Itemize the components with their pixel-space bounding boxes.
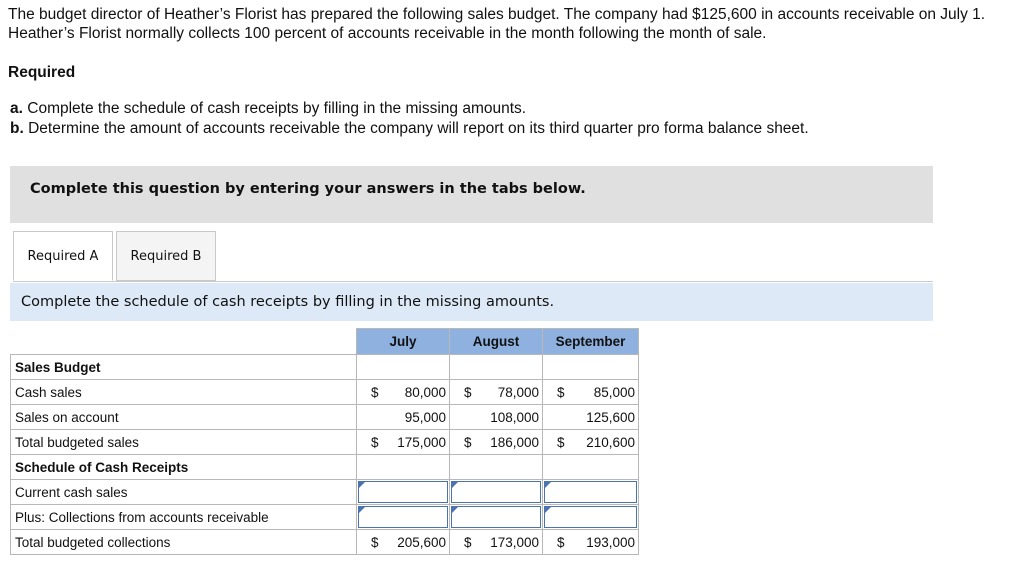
total-collections-label: Total budgeted collections	[10, 529, 357, 555]
amount: 125,600	[586, 410, 635, 425]
cash-sales-label: Cash sales	[10, 379, 357, 405]
requirement-a-text: Complete the schedule of cash receipts b…	[27, 100, 527, 117]
table-row: Cash sales $80,000 $78,000 $85,000	[10, 379, 639, 405]
problem-intro: The budget director of Heather’s Florist…	[8, 6, 986, 42]
sales-on-account-august: 108,000	[449, 404, 543, 430]
collections-august-input[interactable]	[451, 506, 541, 528]
amount: 80,000	[404, 385, 446, 400]
input-cell	[356, 479, 450, 505]
input-cell	[356, 504, 450, 530]
table-row: Sales on account 95,000 108,000 125,600	[10, 404, 639, 430]
sales-budget-label: Sales Budget	[10, 354, 357, 380]
cash-sales-july: $80,000	[356, 379, 450, 405]
input-cell	[542, 504, 639, 530]
input-cell	[449, 504, 543, 530]
collections-july-input[interactable]	[358, 506, 448, 528]
currency-symbol: $	[464, 435, 472, 450]
header-blank	[11, 329, 357, 355]
schedule-label: Schedule of Cash Receipts	[10, 454, 357, 480]
amount: 108,000	[490, 410, 539, 425]
tab-required-b[interactable]: Required B	[116, 231, 216, 281]
header-row: July August September	[11, 328, 639, 355]
currency-symbol: $	[557, 535, 565, 550]
tab-divider	[13, 281, 933, 282]
total-sales-july: $175,000	[356, 429, 450, 455]
total-sales-label: Total budgeted sales	[10, 429, 357, 455]
table-cell	[449, 354, 543, 380]
amount: 85,000	[593, 385, 635, 400]
table-cell	[542, 454, 639, 480]
header-august: August	[449, 328, 543, 355]
currency-symbol: $	[371, 535, 379, 550]
sales-on-account-september: 125,600	[542, 404, 639, 430]
current-cash-sales-july-input[interactable]	[358, 481, 448, 503]
table-row: Plus: Collections from accounts receivab…	[10, 504, 639, 530]
table-cell	[542, 354, 639, 380]
amount: 210,600	[586, 435, 635, 450]
current-cash-sales-august-input[interactable]	[451, 481, 541, 503]
table-row: Total budgeted collections $205,600 $173…	[10, 529, 639, 555]
collections-label: Plus: Collections from accounts receivab…	[10, 504, 357, 530]
banner-text: Complete this question by entering your …	[30, 181, 586, 197]
requirement-a: a. Complete the schedule of cash receipt…	[10, 100, 526, 118]
table-cell	[449, 454, 543, 480]
requirement-b: b. Determine the amount of accounts rece…	[10, 120, 809, 138]
sales-on-account-july: 95,000	[356, 404, 450, 430]
tab-required-a[interactable]: Required A	[13, 231, 113, 281]
requirement-b-text: Determine the amount of accounts receiva…	[28, 120, 809, 137]
requirement-a-letter: a.	[10, 100, 23, 117]
cash-sales-august: $78,000	[449, 379, 543, 405]
total-sales-september: $210,600	[542, 429, 639, 455]
currency-symbol: $	[464, 535, 472, 550]
header-september: September	[542, 328, 639, 355]
table-row: Total budgeted sales $175,000 $186,000 $…	[10, 429, 639, 455]
tab-instruction-text: Complete the schedule of cash receipts b…	[21, 294, 555, 310]
table-row: Schedule of Cash Receipts	[10, 454, 639, 480]
currency-symbol: $	[557, 385, 565, 400]
total-collections-september: $193,000	[542, 529, 639, 555]
cash-receipts-table: July August September Sales Budget Cash …	[10, 328, 639, 555]
header-july: July	[356, 328, 450, 355]
table-row: Sales Budget	[10, 354, 639, 380]
amount: 95,000	[404, 410, 446, 425]
currency-symbol: $	[371, 435, 379, 450]
total-collections-july: $205,600	[356, 529, 450, 555]
amount: 175,000	[397, 435, 446, 450]
table-row: Current cash sales	[10, 479, 639, 505]
requirement-b-letter: b.	[10, 120, 24, 137]
total-collections-august: $173,000	[449, 529, 543, 555]
currency-symbol: $	[371, 385, 379, 400]
currency-symbol: $	[557, 435, 565, 450]
tab-instruction: Complete the schedule of cash receipts b…	[10, 283, 933, 321]
table-cell	[356, 454, 450, 480]
amount: 173,000	[490, 535, 539, 550]
table-cell	[356, 354, 450, 380]
cash-sales-september: $85,000	[542, 379, 639, 405]
input-cell	[542, 479, 639, 505]
required-heading: Required	[8, 64, 76, 81]
total-sales-august: $186,000	[449, 429, 543, 455]
collections-september-input[interactable]	[544, 506, 637, 528]
sales-on-account-label: Sales on account	[10, 404, 357, 430]
instructions-banner: Complete this question by entering your …	[10, 166, 933, 223]
input-cell	[449, 479, 543, 505]
current-cash-sales-label: Current cash sales	[10, 479, 357, 505]
amount: 205,600	[397, 535, 446, 550]
currency-symbol: $	[464, 385, 472, 400]
amount: 78,000	[497, 385, 539, 400]
amount: 193,000	[586, 535, 635, 550]
amount: 186,000	[490, 435, 539, 450]
current-cash-sales-september-input[interactable]	[544, 481, 637, 503]
